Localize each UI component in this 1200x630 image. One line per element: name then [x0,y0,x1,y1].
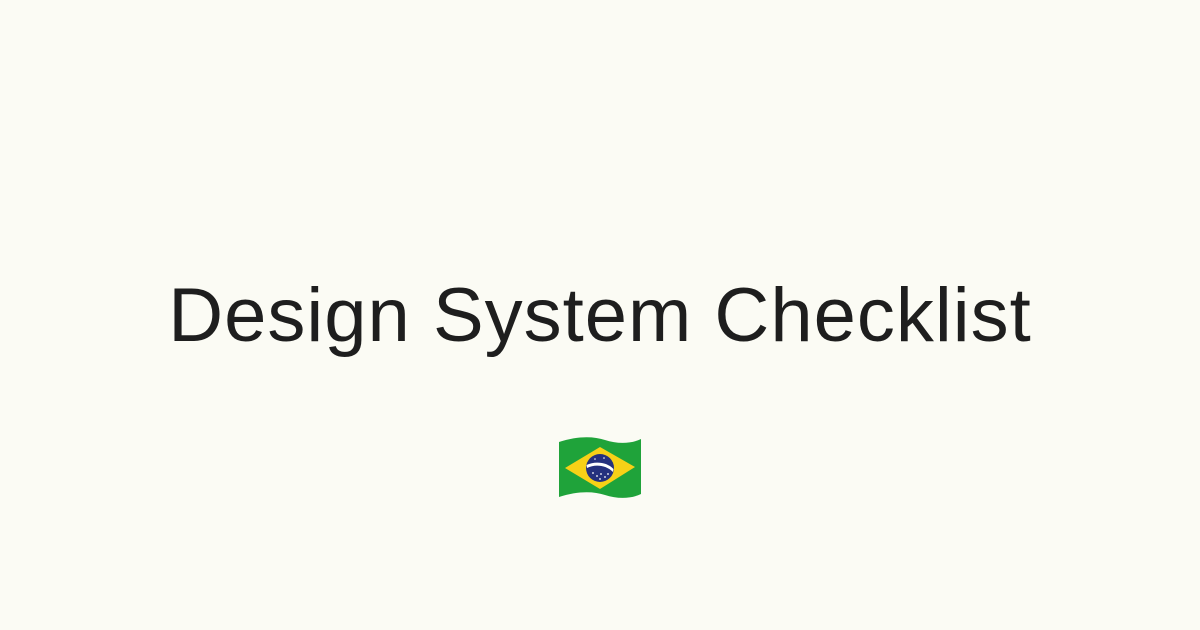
page-title: Design System Checklist [168,273,1032,358]
brazil-flag-icon [555,434,645,504]
